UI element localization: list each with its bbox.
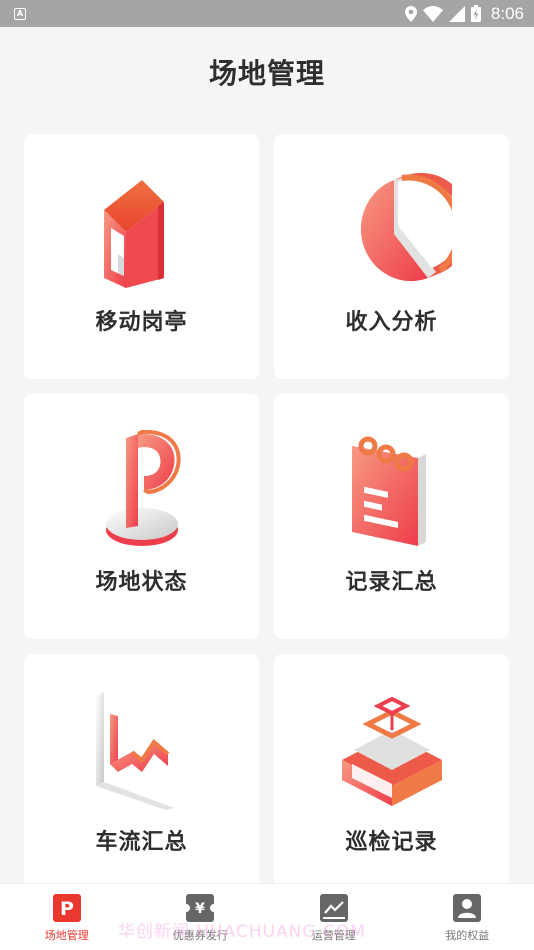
pie-chart-icon [360, 172, 452, 282]
card-label: 场地状态 [95, 570, 188, 595]
card-income-analysis[interactable]: 收入分析 [274, 134, 509, 379]
card-traffic-summary[interactable]: 车流汇总 [24, 654, 259, 899]
nav-label: 场地管理 [44, 929, 89, 942]
card-label: 收入分析 [345, 310, 438, 335]
nav-item-coupon-issue[interactable]: ¥ 优惠券发行 [134, 884, 268, 950]
nav-item-operations[interactable]: 运营管理 [267, 884, 401, 950]
bottom-nav: P 场地管理 ¥ 优惠券发行 运营管理 我的权益 [0, 883, 534, 950]
nav-label: 优惠券发行 [172, 929, 228, 942]
card-label: 移动岗亭 [95, 310, 188, 335]
card-site-status[interactable]: 场地状态 [24, 394, 259, 639]
card-label: 记录汇总 [345, 570, 438, 595]
svg-text:¥: ¥ [195, 901, 205, 917]
nav-label: 运营管理 [311, 929, 356, 942]
parking-sign-icon [105, 430, 181, 546]
parking-p-icon: P [52, 894, 81, 922]
line-chart-icon [319, 894, 348, 922]
ticket-yuan-icon: ¥ [186, 894, 215, 922]
svg-text:P: P [60, 898, 74, 920]
inspection-device-icon [341, 696, 442, 806]
card-inspection-record[interactable]: 巡检记录 [274, 654, 509, 899]
card-mobile-booth[interactable]: 移动岗亭 [24, 134, 259, 379]
card-label: 车流汇总 [95, 830, 188, 855]
nav-item-site-management[interactable]: P 场地管理 [0, 884, 134, 950]
user-icon [453, 894, 482, 922]
nav-item-my-benefits[interactable]: 我的权益 [401, 884, 534, 950]
trend-chart-icon [95, 692, 174, 810]
card-label: 巡检记录 [345, 830, 438, 855]
card-record-summary[interactable]: 记录汇总 [274, 394, 509, 639]
booth-house-icon [103, 180, 164, 288]
notepad-icon [351, 436, 426, 546]
nav-label: 我的权益 [445, 929, 490, 942]
